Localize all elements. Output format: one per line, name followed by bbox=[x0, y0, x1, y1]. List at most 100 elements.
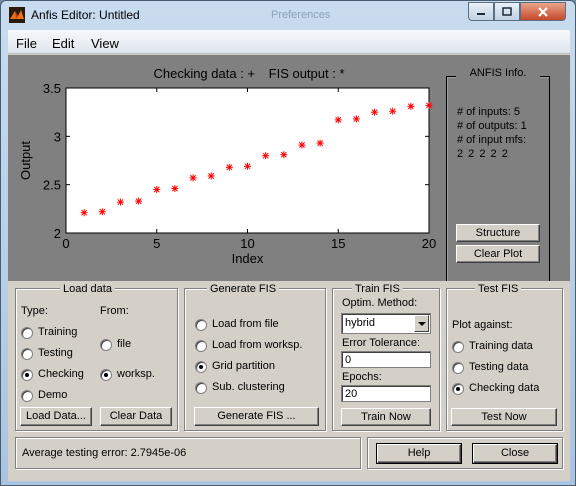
train-now-button[interactable]: Train Now bbox=[341, 408, 431, 426]
epochs-label: Epochs: bbox=[342, 371, 382, 383]
data-point bbox=[334, 116, 342, 124]
info-inputs: # of inputs: 5 bbox=[457, 106, 520, 118]
gen-grid-partition-radio[interactable] bbox=[195, 361, 207, 373]
data-point bbox=[280, 151, 288, 159]
test-training-data-radio[interactable] bbox=[452, 341, 464, 353]
type-label: Type: bbox=[21, 305, 48, 317]
optim-method-select[interactable]: hybrid bbox=[341, 313, 431, 334]
info-outputs: # of outputs: 1 bbox=[457, 120, 527, 132]
data-point bbox=[189, 174, 197, 182]
menu-edit[interactable]: Edit bbox=[52, 36, 74, 51]
anfis-editor-window: Anfis Editor: Untitled Preferences File … bbox=[0, 0, 576, 486]
data-point bbox=[407, 102, 415, 110]
type-training-radio[interactable] bbox=[21, 327, 33, 339]
data-point bbox=[80, 209, 88, 217]
data-point bbox=[225, 163, 233, 171]
load-data-title: Load data bbox=[60, 283, 115, 295]
x-tick-label: 5 bbox=[153, 236, 160, 251]
y-tick-label: 2 bbox=[54, 226, 61, 241]
optim-method-label: Optim. Method: bbox=[342, 297, 418, 309]
data-point bbox=[262, 152, 270, 160]
menu-bar: File Edit View bbox=[8, 30, 570, 54]
error-tolerance-label: Error Tolerance: bbox=[342, 337, 421, 349]
test-now-button[interactable]: Test Now bbox=[451, 408, 557, 426]
x-axis-label: Index bbox=[232, 251, 264, 266]
data-point bbox=[171, 185, 179, 193]
data-point bbox=[425, 101, 433, 109]
info-input-mfs: # of input mfs: bbox=[457, 134, 527, 146]
minimize-icon bbox=[477, 12, 485, 15]
test-training-data-label[interactable]: Training data bbox=[469, 340, 533, 352]
info-mfs-values: 2 2 2 2 2 bbox=[457, 148, 509, 160]
data-point bbox=[153, 186, 161, 193]
data-point bbox=[244, 162, 251, 170]
title-bar[interactable]: Anfis Editor: Untitled Preferences bbox=[1, 1, 575, 29]
type-testing-label[interactable]: Testing bbox=[38, 347, 73, 359]
clear-plot-button[interactable]: Clear Plot bbox=[456, 245, 540, 263]
test-testing-data-radio[interactable] bbox=[452, 362, 464, 374]
x-tick-label: 15 bbox=[331, 236, 345, 251]
from-file-radio[interactable] bbox=[100, 339, 112, 351]
close-window-button[interactable] bbox=[520, 2, 566, 21]
optim-method-value: hybrid bbox=[345, 317, 375, 329]
x-tick-label: 20 bbox=[422, 236, 436, 251]
anfis-info-title: ANFIS Info. bbox=[456, 67, 540, 79]
test-checking-data-radio[interactable] bbox=[452, 383, 464, 395]
epochs-field[interactable]: 20 bbox=[341, 385, 431, 402]
data-point bbox=[352, 115, 360, 123]
y-tick-label: 2.5 bbox=[43, 178, 61, 193]
minimize-button[interactable] bbox=[468, 2, 494, 21]
output-plot: 0 5 10 15 20 2 2.5 3 3.5 Index Output bbox=[18, 81, 436, 266]
type-checking-label[interactable]: Checking bbox=[38, 368, 84, 380]
x-tick-label: 0 bbox=[62, 236, 69, 251]
window-title: Anfis Editor: Untitled bbox=[31, 8, 140, 22]
plot-against-label: Plot against: bbox=[452, 319, 513, 331]
from-workspace-label[interactable]: worksp. bbox=[117, 368, 155, 380]
from-label: From: bbox=[100, 305, 129, 317]
type-checking-radio[interactable] bbox=[21, 369, 33, 381]
type-testing-radio[interactable] bbox=[21, 348, 33, 360]
data-point bbox=[298, 141, 306, 149]
type-demo-radio[interactable] bbox=[21, 390, 33, 402]
y-tick-label: 3 bbox=[54, 129, 61, 144]
type-demo-label[interactable]: Demo bbox=[38, 389, 67, 401]
close-button[interactable]: Close bbox=[472, 443, 558, 464]
from-workspace-radio[interactable] bbox=[100, 369, 112, 381]
load-data-button[interactable]: Load Data... bbox=[20, 407, 92, 426]
gen-load-workspace-radio[interactable] bbox=[195, 340, 207, 352]
matlab-icon bbox=[9, 7, 25, 23]
gen-load-file-label[interactable]: Load from file bbox=[212, 318, 279, 330]
test-checking-data-label[interactable]: Checking data bbox=[469, 382, 539, 394]
client-area: File Edit View Checking data : + FIS out… bbox=[8, 30, 570, 481]
menu-file[interactable]: File bbox=[16, 36, 37, 51]
gen-sub-clustering-label[interactable]: Sub. clustering bbox=[212, 381, 285, 393]
menu-view[interactable]: View bbox=[91, 36, 119, 51]
gen-sub-clustering-radio[interactable] bbox=[195, 382, 207, 394]
y-axis-label: Output bbox=[18, 141, 33, 180]
gen-grid-partition-label[interactable]: Grid partition bbox=[212, 360, 275, 372]
x-tick-label: 10 bbox=[240, 236, 254, 251]
main-area: Checking data : + FIS output : * 0 5 10 15 2… bbox=[8, 55, 570, 481]
maximize-button[interactable] bbox=[494, 2, 520, 21]
type-training-label[interactable]: Training bbox=[38, 326, 77, 338]
data-point bbox=[371, 108, 379, 116]
maximize-icon bbox=[502, 6, 512, 16]
chevron-down-icon[interactable] bbox=[414, 315, 429, 332]
status-text: Average testing error: 2.7945e-06 bbox=[22, 447, 187, 459]
test-testing-data-label[interactable]: Testing data bbox=[469, 361, 528, 373]
error-tolerance-field[interactable]: 0 bbox=[341, 351, 431, 368]
clear-data-button[interactable]: Clear Data bbox=[100, 407, 172, 426]
from-file-label[interactable]: file bbox=[117, 338, 131, 350]
structure-button[interactable]: Structure bbox=[456, 224, 540, 242]
data-point bbox=[98, 208, 106, 216]
gen-load-workspace-label[interactable]: Load from worksp. bbox=[212, 339, 302, 351]
background-window-title: Preferences bbox=[271, 9, 331, 21]
status-panel: Average testing error: 2.7945e-06 bbox=[15, 437, 361, 469]
help-button[interactable]: Help bbox=[376, 443, 462, 464]
train-fis-title: Train FIS bbox=[352, 283, 403, 295]
y-tick-label: 3.5 bbox=[43, 81, 61, 96]
gen-load-file-radio[interactable] bbox=[195, 319, 207, 331]
generate-fis-button[interactable]: Generate FIS ... bbox=[194, 407, 319, 426]
data-point bbox=[316, 139, 324, 147]
control-area: Load data Type: From: Training Testing C… bbox=[8, 281, 570, 481]
